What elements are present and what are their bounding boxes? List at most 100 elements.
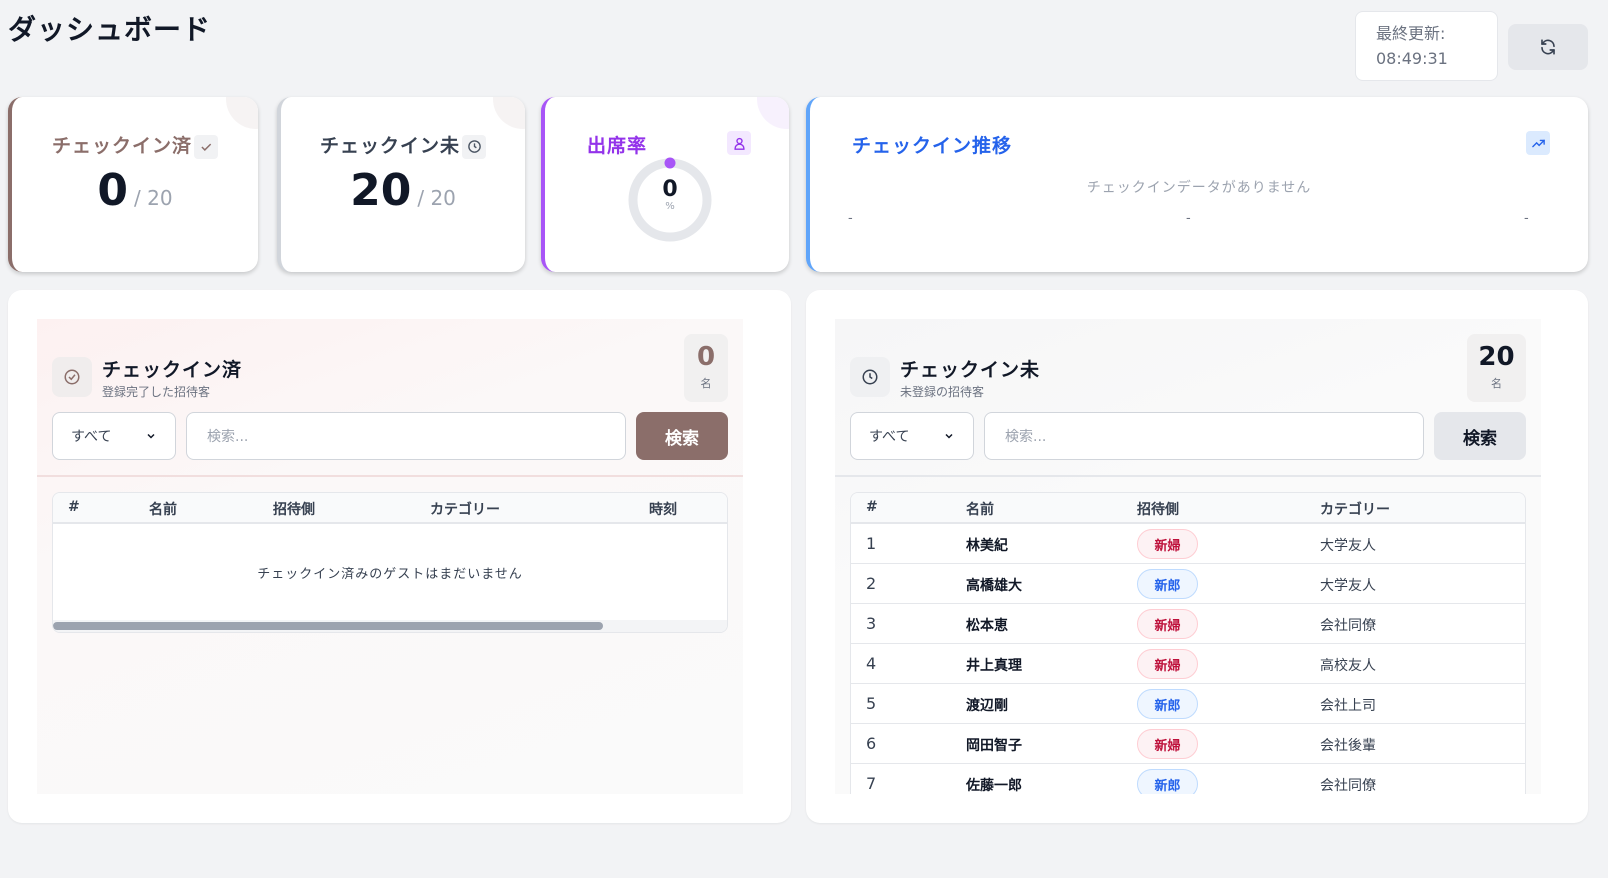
column-header: 名前 xyxy=(966,502,994,518)
refresh-button[interactable] xyxy=(1508,24,1588,70)
trend-empty-message: チェックインデータがありません xyxy=(1086,180,1312,196)
trend-icon xyxy=(1526,131,1550,155)
column-header: 招待側 xyxy=(273,502,315,518)
not-checked-in-search-button[interactable]: 検索 xyxy=(1434,412,1526,460)
checked-in-search-input[interactable]: 検索... xyxy=(186,412,626,460)
table-row[interactable]: 7 佐藤一郎 新郎 会社同僚 xyxy=(851,764,1525,794)
refresh-icon xyxy=(1541,39,1555,55)
guest-category: 大学友人 xyxy=(1320,578,1376,594)
not-checked-in-panel-subtitle: 未登録の招待客 xyxy=(900,385,985,399)
checked-in-panel-title: チェックイン済 xyxy=(102,359,243,381)
not-checked-in-panel-title: チェックイン未 xyxy=(900,359,1041,381)
row-number: 7 xyxy=(866,774,877,793)
row-number: 1 xyxy=(866,534,877,553)
guest-category: 会社同僚 xyxy=(1320,778,1376,794)
chevron-down-icon xyxy=(945,433,953,439)
table-row[interactable]: 5 渡辺剛 新郎 会社上司 xyxy=(851,684,1525,724)
row-number: 6 xyxy=(866,734,877,753)
table-row[interactable]: 6 岡田智子 新婦 会社後輩 xyxy=(851,724,1525,764)
user-icon xyxy=(727,131,751,155)
guest-category: 大学友人 xyxy=(1320,538,1376,554)
guest-category: 会社上司 xyxy=(1320,698,1376,714)
checked-in-filter-select[interactable]: すべて xyxy=(52,412,176,460)
side-badge: 新婦 xyxy=(1137,729,1198,759)
side-badge: 新婦 xyxy=(1137,609,1198,639)
filter-value: すべて xyxy=(869,429,910,445)
page-title: ダッシュボード xyxy=(8,13,212,46)
checked-in-table: # 名前 招待側 カテゴリー 時刻 チェックイン済みのゲストはまだいません xyxy=(52,492,728,633)
guest-name: 井上真理 xyxy=(966,658,1022,674)
row-number: 3 xyxy=(866,614,877,633)
column-header: # xyxy=(68,499,80,515)
guest-category: 会社同僚 xyxy=(1320,618,1376,634)
not-checked-in-panel: チェックイン未 未登録の招待客 20 名 すべて 検索... 検索 # 名前 招… xyxy=(806,290,1588,823)
column-header: カテゴリー xyxy=(1320,502,1390,518)
not-checked-in-filter-select[interactable]: すべて xyxy=(850,412,974,460)
checked-in-count-box: 0 名 xyxy=(684,334,728,402)
scrollbar-thumb[interactable] xyxy=(53,622,603,630)
stat-card-checked-in: チェックイン済 0/ 20 xyxy=(8,97,258,272)
horizontal-scrollbar[interactable] xyxy=(53,620,727,632)
trend-tick: - xyxy=(1524,211,1529,226)
column-header: 時刻 xyxy=(649,502,677,518)
empty-table-message: チェックイン済みのゲストはまだいません xyxy=(257,566,523,582)
stat-card-attendance: 出席率 0 % xyxy=(541,97,789,272)
row-number: 2 xyxy=(866,574,877,593)
trend-tick: - xyxy=(848,211,853,226)
check-circle-icon xyxy=(52,357,92,397)
guest-category: 会社後輩 xyxy=(1320,738,1376,754)
stat-card-not-checked-in: チェックイン未 20/ 20 xyxy=(277,97,525,272)
stat-total-not-checked-in: / 20 xyxy=(417,186,456,210)
table-header: # 名前 招待側 カテゴリー 時刻 xyxy=(53,493,727,524)
last-updated-box: 最終更新: 08:49:31 xyxy=(1355,11,1498,81)
trend-tick: - xyxy=(1186,211,1191,226)
attendance-unit: % xyxy=(665,201,675,212)
checked-in-panel-subtitle: 登録完了した招待客 xyxy=(102,385,211,399)
guest-name: 林美紀 xyxy=(966,538,1008,554)
checked-in-count: 0 xyxy=(696,342,716,372)
last-updated-time: 08:49:31 xyxy=(1376,49,1448,68)
last-updated-label: 最終更新: xyxy=(1376,24,1446,43)
trend-card: チェックイン推移 チェックインデータがありません - - - xyxy=(806,97,1588,272)
stat-value-not-checked-in: 20 xyxy=(350,165,412,216)
side-badge: 新郎 xyxy=(1137,569,1198,599)
not-checked-in-count: 20 xyxy=(1478,342,1515,372)
guest-name: 渡辺剛 xyxy=(966,698,1008,714)
checked-in-search-button[interactable]: 検索 xyxy=(636,412,728,460)
check-icon xyxy=(194,134,218,159)
not-checked-in-table: # 名前 招待側 カテゴリー 1 林美紀 新婦 大学友人 2 高橋雄大 新郎 大学友人 3松… xyxy=(850,492,1526,794)
attendance-label: 出席率 xyxy=(587,135,648,157)
stat-value-checked-in: 0 xyxy=(97,165,129,216)
guest-name: 高橋雄大 xyxy=(966,578,1022,594)
side-badge: 新婦 xyxy=(1137,649,1198,679)
stat-label-not-checked-in: チェックイン未 xyxy=(319,135,460,157)
column-header: 招待側 xyxy=(1137,502,1179,518)
side-badge: 新婦 xyxy=(1137,529,1198,559)
table-row[interactable]: 2 高橋雄大 新郎 大学友人 xyxy=(851,564,1525,604)
guest-name: 松本恵 xyxy=(966,618,1008,634)
guest-name: 岡田智子 xyxy=(966,738,1022,754)
chevron-down-icon xyxy=(147,433,155,439)
attendance-value: 0 xyxy=(662,177,678,202)
clock-icon xyxy=(462,134,486,159)
table-header: # 名前 招待側 カテゴリー xyxy=(851,493,1525,524)
not-checked-in-count-box: 20 名 xyxy=(1467,334,1526,402)
row-number: 5 xyxy=(866,694,877,713)
trend-title: チェックイン推移 xyxy=(852,135,1013,157)
stat-label-checked-in: チェックイン済 xyxy=(51,135,192,157)
column-header: 名前 xyxy=(149,502,177,518)
stat-total-checked-in: / 20 xyxy=(134,186,173,210)
side-badge: 新郎 xyxy=(1137,769,1198,794)
not-checked-in-search-input[interactable]: 検索... xyxy=(984,412,1424,460)
column-header: # xyxy=(866,499,878,515)
table-row[interactable]: 3 松本恵 新婦 会社同僚 xyxy=(851,604,1525,644)
table-row[interactable]: 4 井上真理 新婦 高校友人 xyxy=(851,644,1525,684)
column-header: カテゴリー xyxy=(430,502,500,518)
side-badge: 新郎 xyxy=(1137,689,1198,719)
row-number: 4 xyxy=(866,654,877,673)
guest-name: 佐藤一郎 xyxy=(966,778,1022,794)
checked-in-count-unit: 名 xyxy=(700,377,712,390)
filter-value: すべて xyxy=(71,429,112,445)
guest-category: 高校友人 xyxy=(1320,658,1376,674)
table-row[interactable]: 1 林美紀 新婦 大学友人 xyxy=(851,524,1525,564)
